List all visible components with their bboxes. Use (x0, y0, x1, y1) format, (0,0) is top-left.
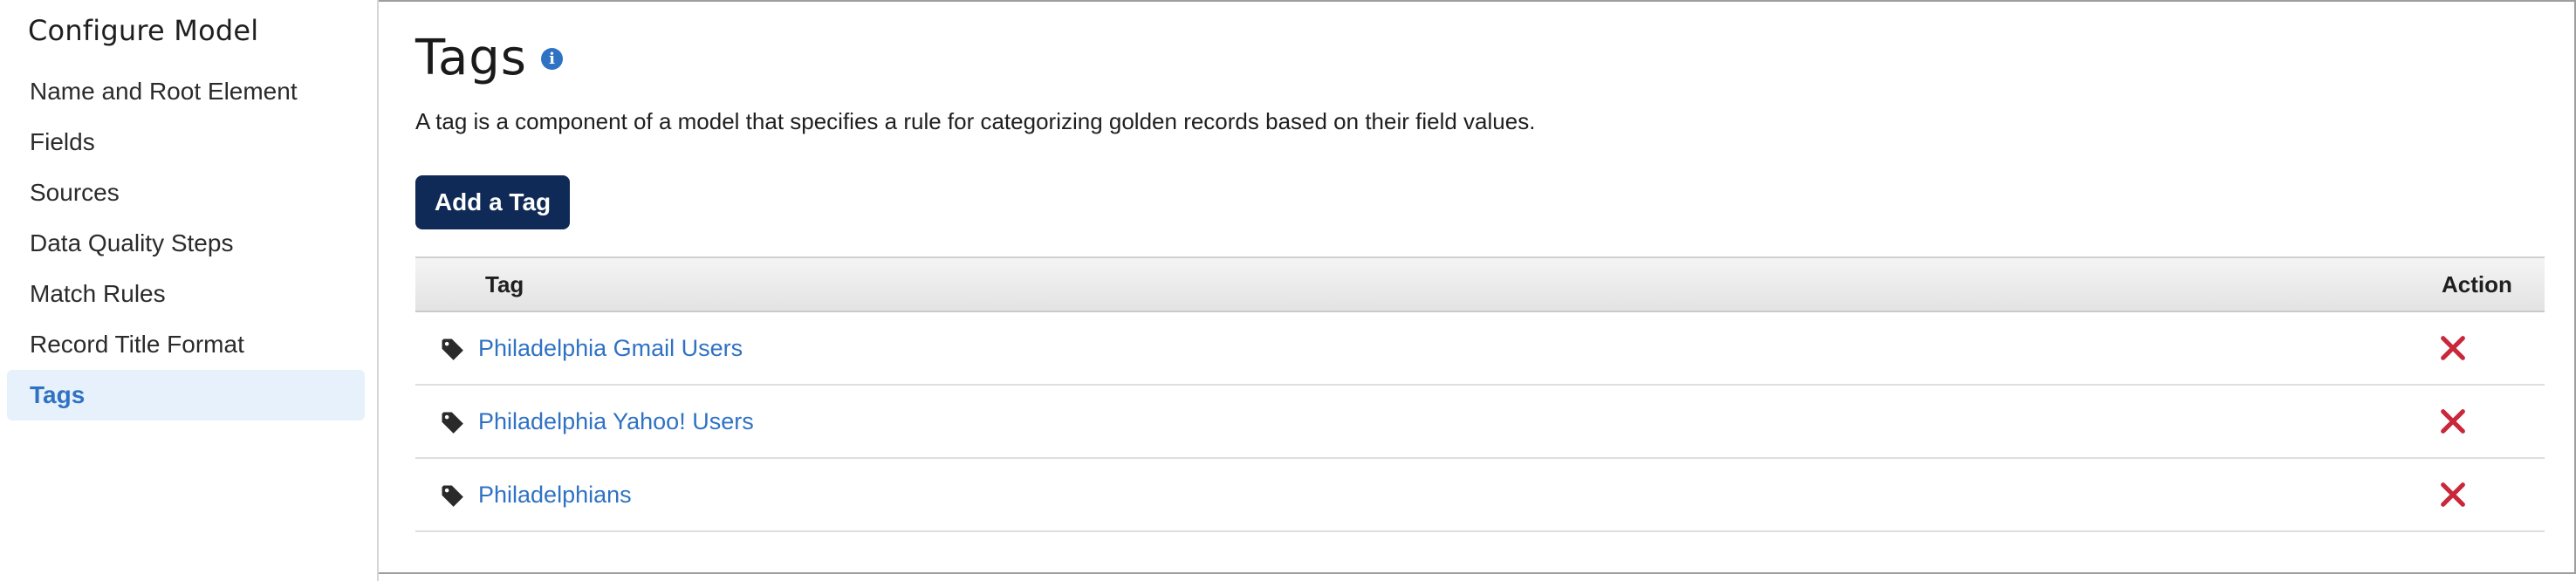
sidebar-item-name-and-root-element[interactable]: Name and Root Element (7, 66, 365, 117)
delete-icon[interactable] (2438, 480, 2468, 509)
sidebar-nav: Name and Root Element Fields Sources Dat… (7, 66, 365, 420)
column-header-tag: Tag (485, 270, 524, 297)
sidebar-item-tags[interactable]: Tags (7, 370, 365, 420)
sidebar-title: Configure Model (28, 14, 259, 47)
tag-icon (442, 485, 463, 507)
tags-table: Tag Action Philadelphia Gmail Users Phil… (415, 256, 2545, 532)
page-description: A tag is a component of a model that spe… (415, 108, 1536, 134)
main-content: Tags i A tag is a component of a model t… (415, 0, 2545, 581)
tag-icon (442, 338, 463, 360)
delete-icon[interactable] (2438, 407, 2468, 436)
sidebar-item-match-rules[interactable]: Match Rules (7, 269, 365, 319)
column-header-action: Action (2442, 270, 2512, 297)
tag-link[interactable]: Philadelphians (478, 482, 632, 509)
add-tag-button[interactable]: Add a Tag (415, 175, 570, 229)
table-row: Philadelphians (415, 459, 2545, 532)
sidebar-item-sources[interactable]: Sources (7, 167, 365, 218)
tag-link[interactable]: Philadelphia Yahoo! Users (478, 408, 754, 435)
delete-icon[interactable] (2438, 333, 2468, 363)
sidebar: Configure Model Name and Root Element Fi… (0, 0, 379, 581)
sidebar-item-fields[interactable]: Fields (7, 117, 365, 167)
page-title: Tags (415, 30, 527, 86)
table-row: Philadelphia Yahoo! Users (415, 386, 2545, 459)
info-icon[interactable]: i (540, 48, 563, 70)
table-row: Philadelphia Gmail Users (415, 312, 2545, 386)
title-row: Tags i (415, 30, 563, 86)
tag-link[interactable]: Philadelphia Gmail Users (478, 335, 743, 362)
table-header: Tag Action (415, 256, 2545, 312)
sidebar-item-record-title-format[interactable]: Record Title Format (7, 319, 365, 370)
tag-icon (442, 412, 463, 434)
sidebar-item-data-quality-steps[interactable]: Data Quality Steps (7, 218, 365, 269)
